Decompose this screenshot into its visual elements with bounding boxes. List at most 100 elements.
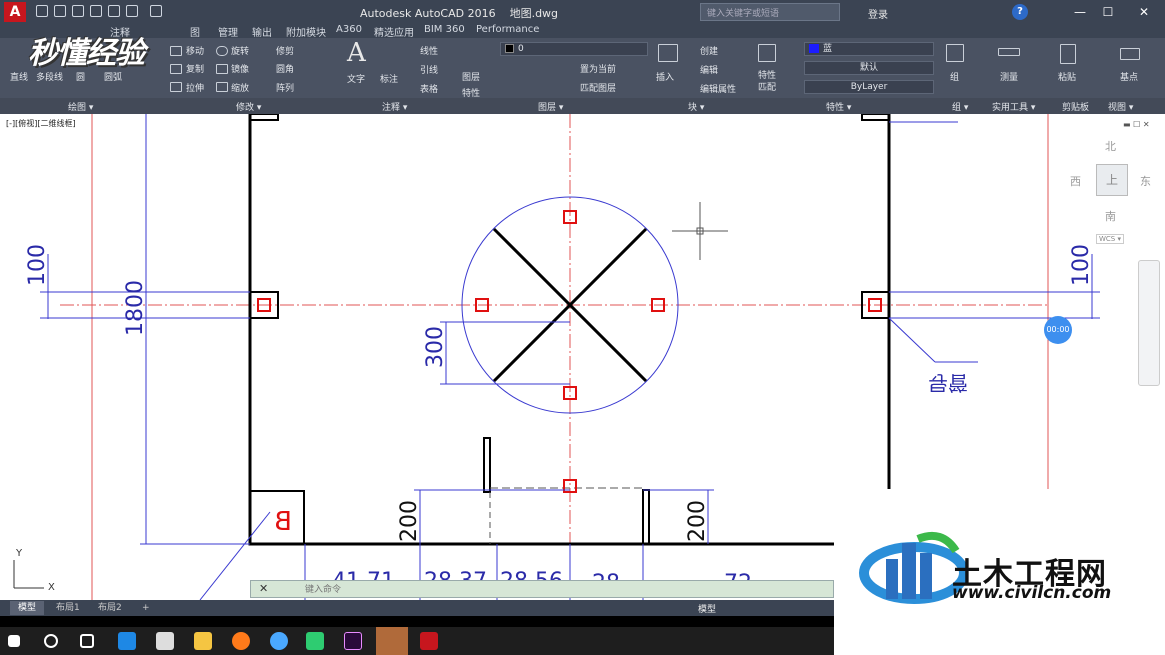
- start-icon[interactable]: [8, 635, 20, 647]
- copy-tool[interactable]: 复制: [186, 62, 204, 75]
- base-view-button[interactable]: 基点: [1120, 70, 1138, 83]
- dim-text-1800[interactable]: 1800: [123, 280, 148, 336]
- dim-text-left-100[interactable]: 100: [25, 244, 50, 286]
- tab-layout2[interactable]: 布局2: [90, 601, 130, 615]
- premiere-icon[interactable]: [344, 632, 362, 650]
- undo-icon[interactable]: [126, 5, 138, 17]
- edit-attributes-button[interactable]: 编辑属性: [700, 82, 736, 95]
- status-model-toggle[interactable]: 模型: [698, 602, 716, 615]
- text-tool[interactable]: 文字: [347, 72, 365, 85]
- firefox-icon[interactable]: [232, 632, 250, 650]
- create-block-button[interactable]: 创建: [700, 44, 718, 57]
- layer-dropdown[interactable]: 0: [500, 42, 648, 56]
- command-input[interactable]: [305, 583, 805, 596]
- color-dropdown[interactable]: 蓝: [804, 42, 934, 56]
- tab-addins[interactable]: 附加模块: [286, 24, 326, 39]
- dim-text-200-left[interactable]: 200: [397, 500, 422, 542]
- cmdline-close-icon[interactable]: ✕: [259, 582, 268, 595]
- tab-performance[interactable]: Performance: [476, 24, 539, 35]
- array-tool[interactable]: 阵列: [276, 81, 294, 94]
- viewcube-top-face[interactable]: 上: [1096, 164, 1128, 196]
- stretch-tool[interactable]: 拉伸: [186, 81, 204, 94]
- tab-a360[interactable]: A360: [336, 24, 362, 35]
- ribbon-panel: 直线 多段线 圆 圆弧 移动 旋转 修剪 复制 镜像 圆角 拉伸 缩放 阵列 A…: [0, 38, 1165, 114]
- print-icon[interactable]: [108, 5, 120, 17]
- signin-link[interactable]: 登录: [868, 6, 888, 21]
- wall-left-bottom: [248, 114, 834, 546]
- match-properties-button[interactable]: 特性匹配: [758, 70, 778, 94]
- command-line[interactable]: ✕: [250, 580, 834, 598]
- set-current-button[interactable]: 置为当前: [580, 62, 616, 75]
- viewcube-west[interactable]: 西: [1070, 173, 1081, 189]
- tab-featured-apps[interactable]: 精选应用: [374, 24, 414, 39]
- panel-title-draw[interactable]: 绘图 ▾: [68, 100, 93, 113]
- tab-layout1[interactable]: 布局1: [48, 601, 88, 615]
- panel-title-properties[interactable]: 特性 ▾: [826, 100, 851, 113]
- measure-button[interactable]: 测量: [1000, 70, 1018, 83]
- save-as-icon[interactable]: [90, 5, 102, 17]
- dim-text-200-right[interactable]: 200: [685, 500, 710, 542]
- panel-title-view[interactable]: 视图 ▾: [1108, 100, 1133, 113]
- rotate-tool[interactable]: 旋转: [231, 44, 249, 57]
- tab-output[interactable]: 输出: [252, 24, 272, 39]
- viewcube-east[interactable]: 东: [1140, 173, 1151, 189]
- panel-title-annotation[interactable]: 注释 ▾: [382, 100, 407, 113]
- paste-button[interactable]: 粘贴: [1058, 70, 1076, 83]
- windows-taskbar: [0, 627, 834, 655]
- help-icon[interactable]: ?: [1012, 4, 1028, 20]
- redo-icon[interactable]: [150, 5, 162, 17]
- dimension-tool[interactable]: 标注: [380, 72, 398, 85]
- tab-model[interactable]: 模型: [10, 601, 45, 615]
- search-input[interactable]: 键入关键字或短语: [700, 3, 840, 21]
- mail-icon[interactable]: [156, 632, 174, 650]
- panel-title-block[interactable]: 块 ▾: [688, 100, 704, 113]
- panel-title-layers[interactable]: 图层 ▾: [538, 100, 563, 113]
- line-tool[interactable]: 直线: [10, 70, 28, 83]
- file-explorer-icon[interactable]: [194, 632, 212, 650]
- edge-icon[interactable]: [118, 632, 136, 650]
- leader-tool[interactable]: 引线: [420, 63, 438, 76]
- panel-title-groups[interactable]: 组 ▾: [952, 100, 968, 113]
- leader-text-mirrored[interactable]: 导管: [928, 371, 968, 395]
- viewcube-south[interactable]: 南: [1105, 208, 1116, 224]
- minimize-button[interactable]: —: [1066, 2, 1094, 22]
- save-icon[interactable]: [72, 5, 84, 17]
- mirror-tool[interactable]: 镜像: [231, 62, 249, 75]
- viewcube[interactable]: 北 西 上 东 南 WCS ▾: [1068, 138, 1158, 248]
- scale-tool[interactable]: 缩放: [231, 81, 249, 94]
- user-photo-icon[interactable]: [376, 627, 408, 655]
- edit-block-button[interactable]: 编辑: [700, 63, 718, 76]
- match-layer-button[interactable]: 匹配图层: [580, 81, 616, 94]
- search-icon[interactable]: [44, 634, 58, 648]
- media-player-icon[interactable]: [306, 632, 324, 650]
- open-file-icon[interactable]: [54, 5, 66, 17]
- move-tool[interactable]: 移动: [186, 44, 204, 57]
- label-b-mirrored[interactable]: B: [274, 507, 292, 537]
- tab-bim360[interactable]: BIM 360: [424, 24, 465, 35]
- linear-dim-tool[interactable]: 线性: [420, 44, 438, 57]
- viewcube-north[interactable]: 北: [1105, 138, 1116, 154]
- autocad-app-icon[interactable]: A: [4, 2, 26, 22]
- navigation-bar[interactable]: [1138, 260, 1160, 386]
- group-button[interactable]: 组: [950, 70, 959, 83]
- tab-view[interactable]: 图: [190, 24, 200, 39]
- dim-text-right-100[interactable]: 100: [1069, 244, 1094, 286]
- panel-title-utilities[interactable]: 实用工具 ▾: [992, 100, 1035, 113]
- dim-text-300[interactable]: 300: [423, 326, 448, 368]
- new-file-icon[interactable]: [36, 5, 48, 17]
- autocad-taskbar-icon[interactable]: [420, 632, 438, 650]
- browser-icon[interactable]: [270, 632, 288, 650]
- insert-button[interactable]: 插入: [656, 70, 674, 83]
- table-tool[interactable]: 表格: [420, 82, 438, 95]
- panel-title-modify[interactable]: 修改 ▾: [236, 100, 261, 113]
- fillet-tool[interactable]: 圆角: [276, 62, 294, 75]
- close-button[interactable]: ✕: [1130, 2, 1158, 22]
- lineweight-dropdown[interactable]: ByLayer: [804, 80, 934, 94]
- add-layout-button[interactable]: +: [134, 601, 158, 615]
- wcs-menu[interactable]: WCS ▾: [1096, 234, 1124, 244]
- task-view-icon[interactable]: [80, 634, 94, 648]
- tab-manage[interactable]: 管理: [218, 24, 238, 39]
- linetype-dropdown[interactable]: 默认: [804, 61, 934, 75]
- maximize-button[interactable]: ☐: [1094, 2, 1122, 22]
- trim-tool[interactable]: 修剪: [276, 44, 294, 57]
